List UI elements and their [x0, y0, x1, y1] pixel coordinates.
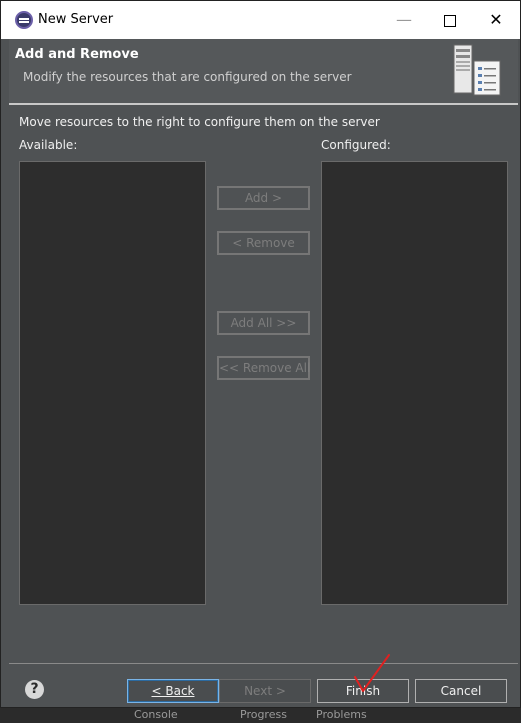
- server-icon: [453, 44, 501, 96]
- progress-tab[interactable]: Progress: [240, 708, 287, 721]
- configured-label: Configured:: [321, 138, 391, 152]
- eclipse-app-icon: [15, 11, 33, 29]
- next-button[interactable]: Next >: [219, 679, 311, 703]
- maximize-icon: [444, 14, 456, 27]
- help-icon[interactable]: ?: [25, 680, 44, 699]
- title-bar: New Server — ✕: [1, 1, 520, 39]
- minimize-button[interactable]: —: [381, 1, 427, 39]
- page-title: Add and Remove: [15, 47, 139, 62]
- page-description: Modify the resources that are configured…: [23, 70, 352, 84]
- remove-button[interactable]: < Remove: [217, 231, 310, 255]
- header-divider: [9, 103, 518, 105]
- console-tab[interactable]: Console: [134, 708, 178, 721]
- new-server-dialog: New Server — ✕ Add and Remove Modify the…: [0, 0, 521, 708]
- remove-all-button[interactable]: << Remove All: [217, 356, 310, 380]
- back-button-label: < Back: [151, 684, 195, 698]
- cancel-button[interactable]: Cancel: [415, 679, 507, 703]
- footer-divider: [9, 663, 518, 664]
- configured-list[interactable]: [321, 161, 508, 605]
- instruction-text: Move resources to the right to configure…: [19, 115, 380, 129]
- back-button[interactable]: < Back: [127, 679, 219, 703]
- check-annotation-icon: [354, 654, 390, 692]
- problems-tab[interactable]: Problems: [316, 708, 367, 721]
- close-button[interactable]: ✕: [473, 1, 519, 39]
- available-label: Available:: [19, 138, 78, 152]
- add-all-button[interactable]: Add All >>: [217, 311, 310, 335]
- wizard-header: Add and Remove Modify the resources that…: [9, 39, 518, 103]
- window-title: New Server: [38, 12, 114, 27]
- background-taskbar: Console Progress Problems: [0, 708, 521, 723]
- maximize-button[interactable]: [427, 1, 473, 39]
- available-list[interactable]: [19, 161, 206, 605]
- add-button[interactable]: Add >: [217, 186, 310, 210]
